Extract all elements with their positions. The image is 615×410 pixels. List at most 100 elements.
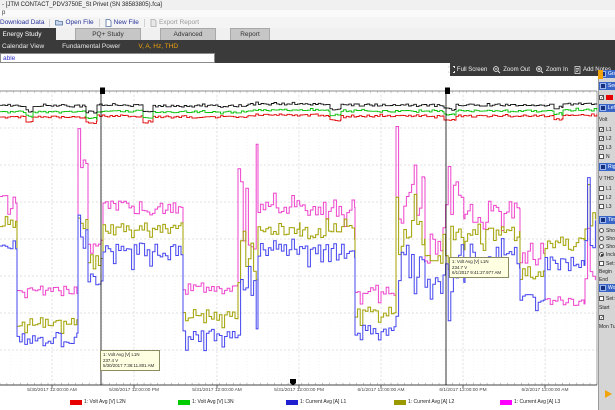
legend-swatch (500, 400, 512, 405)
tooltip-line: 5/30/2017 7:36:11.801 AM (103, 363, 157, 369)
sidebar-text: Mon Tue (599, 324, 615, 330)
sidebar-header-left-axis[interactable]: Left axis (599, 104, 615, 112)
x-axis-label: 6/2/2017 12:00:00 AM (503, 388, 587, 393)
series-color-swatch (606, 95, 613, 100)
legend-swatch (394, 400, 406, 405)
panel-icon (600, 217, 606, 223)
sidebar-header-work[interactable]: Work (599, 284, 615, 292)
legend-item[interactable]: 1: Volt Avg [V] L3N (178, 398, 234, 406)
radio-label: Show all (606, 244, 615, 250)
panel-icon (600, 105, 606, 111)
radio-button[interactable] (599, 236, 604, 241)
x-axis-label: 5/31/2017 12:00:00 AM (175, 388, 259, 393)
sidebar-text: End (599, 277, 608, 283)
radio-button[interactable] (599, 252, 604, 257)
x-axis-label: 5/30/2017 12:00:00 PM (92, 388, 176, 393)
cursor-tooltip-2: 1: Volt Avg [V] L1N234.7 V6/1/2017 9:41:… (449, 257, 509, 278)
legend-label: 1: Current Avg [A] L1 (300, 399, 346, 405)
checkbox-label: Set: (606, 261, 615, 267)
radio-label: Show week (606, 236, 615, 242)
checkbox[interactable] (599, 186, 604, 191)
sidebar-label-v-thd: V THD (599, 174, 615, 183)
checkbox[interactable]: ✓ (599, 136, 604, 141)
sidebar-alert-marker (598, 70, 603, 79)
checkbox-label: L3 (606, 204, 612, 210)
settings-sidebar: GraphSecond✓Left axisVolt✓L1✓L2✓L3NRight… (598, 70, 615, 410)
sidebar-check-n[interactable]: N (599, 152, 615, 161)
checkbox[interactable]: ✓ (599, 95, 604, 100)
legend-swatch (70, 400, 82, 405)
checkbox[interactable]: ✓ (599, 315, 604, 320)
panel-title: Work (608, 285, 615, 291)
checkbox[interactable] (599, 204, 604, 209)
cursor-marker-2[interactable] (445, 88, 450, 386)
legend-swatch (286, 400, 298, 405)
legend-label: 1: Volt Avg [V] L2N (84, 399, 126, 405)
sidebar-label-mon-tue: Mon Tue (599, 322, 615, 331)
checkbox[interactable]: ✓ (599, 145, 604, 150)
checkbox-label: Set: (606, 296, 615, 302)
sidebar-text: Volt (599, 117, 607, 123)
series-volt-avg-l3n (0, 108, 597, 119)
sidebar-checkswatch[interactable]: ✓ (599, 93, 615, 102)
checkbox-label: N (606, 154, 610, 160)
sidebar-check[interactable]: ✓ (599, 313, 615, 322)
checkbox-label: L1 (606, 186, 612, 192)
x-axis-label: 5/31/2017 12:00:00 PM (257, 388, 341, 393)
legend-swatch (178, 400, 190, 405)
application-window: - [JTM CONTACT_PDV3750E_St Privet (SN 38… (0, 0, 615, 410)
legend-label: 1: Current Avg [A] L3 (514, 399, 560, 405)
sidebar-text: Start (599, 305, 610, 311)
tooltip-line: 6/1/2017 9:41:27.977 AM (452, 270, 506, 276)
cursor-tooltip-1: 1: Volt Avg [V] L1N237.4 V5/30/2017 7:36… (100, 350, 160, 371)
timeseries-chart[interactable] (0, 0, 598, 410)
checkbox-label: L3 (606, 145, 612, 151)
sidebar-check-l3[interactable]: L3 (599, 202, 615, 211)
checkbox[interactable]: ✓ (599, 127, 604, 132)
sidebar-check-set-[interactable]: Set: (599, 294, 615, 303)
sidebar-check-l3[interactable]: ✓L3 (599, 143, 615, 152)
checkbox-label: L2 (606, 136, 612, 142)
sidebar-label-start: Start (599, 303, 615, 312)
series-current-avg-l3 (0, 127, 595, 306)
sidebar-header-time[interactable]: Time (599, 216, 615, 224)
legend-item[interactable]: 1: Volt Avg [V] L2N (70, 398, 126, 406)
checkbox[interactable] (599, 154, 604, 159)
checkbox-label: L2 (606, 195, 612, 201)
sidebar-label-end: End (599, 275, 615, 284)
x-axis-label: 6/1/2017 12:00:00 AM (339, 388, 423, 393)
legend-label: 1: Volt Avg [V] L3N (192, 399, 234, 405)
x-axis-label: 6/1/2017 12:00:00 PM (421, 388, 505, 393)
radio-button[interactable] (599, 228, 604, 233)
legend-item[interactable]: 1: Current Avg [A] L3 (500, 398, 560, 406)
radio-button[interactable] (599, 244, 604, 249)
panel-title: Right axis (608, 164, 615, 170)
legend-label: 1: Current Avg [A] L2 (408, 399, 454, 405)
sidebar-text: Begin (599, 269, 612, 275)
legend-item[interactable]: 1: Current Avg [A] L1 (286, 398, 346, 406)
panel-title: Left axis (608, 105, 615, 111)
panel-title: Second (608, 83, 615, 89)
sidebar-label-volt: Volt (599, 115, 615, 124)
checkbox-label: L1 (606, 127, 612, 133)
sidebar-check-l2[interactable]: L2 (599, 193, 615, 202)
sidebar-header-right-axis[interactable]: Right axis (599, 163, 615, 171)
sidebar-check-l1[interactable]: L1 (599, 184, 615, 193)
legend-item[interactable]: 1: Current Avg [A] L2 (394, 398, 454, 406)
checkbox[interactable] (599, 261, 604, 266)
panel-title: Graph (608, 71, 615, 77)
checkbox[interactable] (599, 296, 604, 301)
checkbox[interactable] (599, 195, 604, 200)
sidebar-check-l2[interactable]: ✓L2 (599, 134, 615, 143)
series-volt-avg-l1n (0, 102, 597, 113)
radio-label: Include (606, 252, 615, 258)
scroll-right-arrow-icon[interactable] (605, 390, 612, 398)
x-axis-label: 5/30/2017 12:00:00 AM (10, 388, 94, 393)
panel-title: Time (608, 217, 615, 223)
panel-icon (600, 164, 606, 170)
panel-icon (600, 83, 606, 89)
sidebar-radio-include[interactable]: Include (599, 250, 615, 259)
radio-label: Show day (606, 228, 615, 234)
sidebar-header-second[interactable]: Second (599, 82, 615, 90)
sidebar-check-l1[interactable]: ✓L1 (599, 125, 615, 134)
